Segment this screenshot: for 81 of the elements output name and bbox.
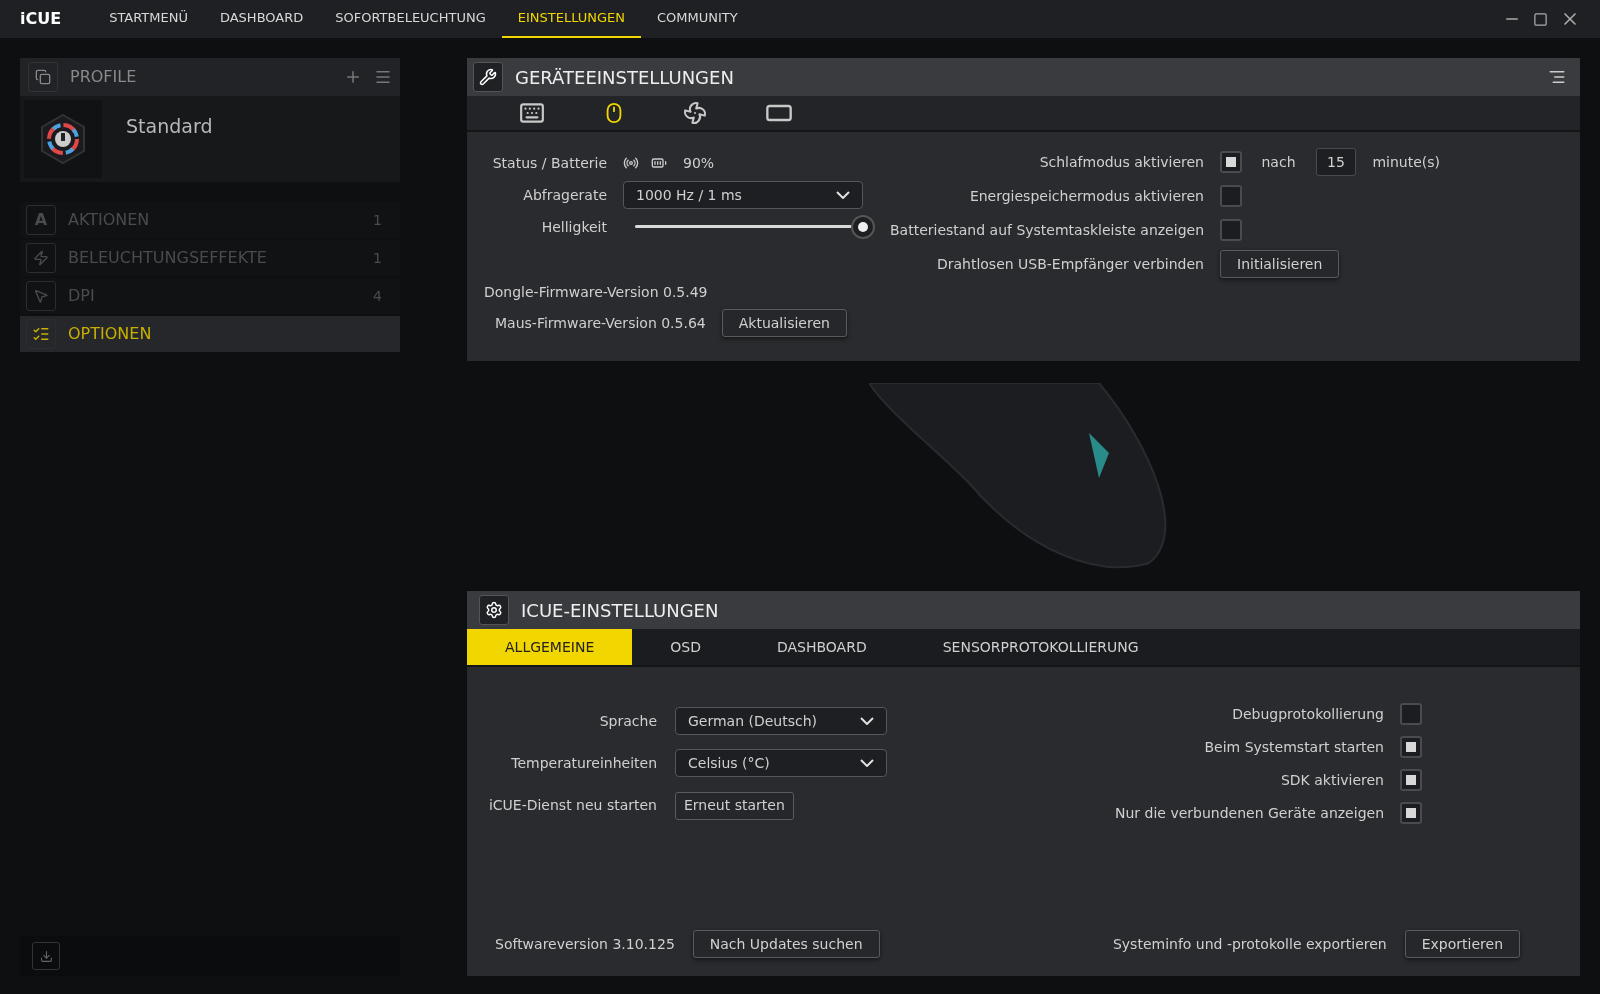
nav-tab[interactable]: SOFORTBELEUCHTUNG (319, 0, 502, 38)
sleep-label: Schlafmodus aktivieren (1038, 152, 1204, 172)
panel-title: GERÄTEEINSTELLUNGEN (515, 65, 735, 90)
status-label: Status / Batterie (491, 154, 607, 173)
nav-tab[interactable]: DASHBOARD (203, 0, 320, 38)
chevron-down-icon (860, 717, 874, 726)
initialize-button[interactable]: Initialisieren (1220, 250, 1340, 278)
panel-title: ICUE-EINSTELLUNGEN (521, 598, 719, 623)
option-label: Nur die verbundenen Geräte anzeigen (1115, 803, 1384, 823)
profile-name: Standard (126, 114, 213, 139)
dongle-firmware-text: Dongle-Firmware-Version 0.5.49 (484, 283, 709, 302)
profiles-icon (35, 69, 51, 85)
settings-tab[interactable]: ALLGEMEINE (467, 629, 633, 665)
check-updates-button[interactable]: Nach Updates suchen (692, 930, 880, 958)
chevron-down-icon (836, 191, 850, 199)
option-label: Batteriestand auf Systemtaskleiste anzeigen (889, 220, 1204, 240)
option-checkbox[interactable] (1400, 703, 1422, 725)
restart-label: iCUE-Dienst neu starten (487, 796, 657, 816)
item-count: 4 (373, 286, 382, 306)
software-version: Softwareversion 3.10.125 (495, 934, 675, 954)
profile-card[interactable]: Standard (20, 96, 400, 182)
maximize-icon[interactable] (1533, 11, 1548, 27)
minutes-unit: minute(s) (1372, 152, 1440, 172)
export-label: Systeminfo und -protokolle exportieren (1112, 934, 1387, 954)
option-checkbox[interactable] (1400, 769, 1422, 791)
option-label: Debugprotokollierung (1232, 704, 1384, 724)
import-button[interactable] (32, 942, 60, 970)
settings-icon (485, 601, 503, 619)
add-icon[interactable] (344, 68, 362, 86)
temperature-dropdown[interactable]: Celsius (°C) (675, 749, 887, 778)
export-button[interactable]: Exportieren (1404, 930, 1520, 958)
mouse-firmware-text: Maus-Firmware-Version 0.5.64 (495, 313, 706, 333)
icue-logo-icon (39, 113, 87, 165)
receiver-label: Drahtlosen USB-Empfänger verbinden (935, 254, 1204, 274)
list-icon (26, 319, 56, 349)
update-button[interactable]: Aktualisieren (721, 309, 847, 337)
nav-tab[interactable]: STARTMENÜ (93, 0, 204, 38)
option-checkbox[interactable] (1220, 219, 1242, 241)
language-dropdown[interactable]: German (Deutsch) (675, 707, 887, 736)
menu-icon[interactable] (1548, 68, 1566, 86)
restart-button[interactable]: Erneut starten (675, 791, 794, 820)
profile-title: PROFILE (70, 66, 138, 88)
chevron-down-icon (860, 759, 874, 768)
download-icon (39, 949, 53, 963)
settings-tab[interactable]: SENSORPROTOKOLLIERUNG (904, 629, 1177, 665)
lightning-icon (26, 243, 56, 273)
sidebar-label: OPTIONEN (68, 323, 153, 345)
sidebar-label: DPI (68, 285, 96, 307)
language-label: Sprache (598, 711, 657, 731)
after-label: nach (1261, 152, 1296, 172)
tools-icon (479, 68, 497, 86)
keyboard-icon (519, 100, 545, 126)
option-checkbox[interactable] (1220, 185, 1242, 207)
menu-icon[interactable] (374, 68, 392, 86)
nav-tab[interactable]: COMMUNITY (641, 0, 754, 38)
item-count: 1 (373, 210, 382, 230)
option-checkbox[interactable] (1400, 736, 1422, 758)
polling-rate-dropdown[interactable]: 1000 Hz / 1 ms (623, 181, 863, 209)
temperature-label: Temperatureinheiten (510, 754, 657, 773)
settings-tab[interactable]: OSD (632, 629, 739, 665)
letter-a-icon: A (26, 205, 56, 235)
cursor-icon (26, 281, 56, 311)
battery-percent: 90% (683, 153, 715, 173)
app-logo: iCUE (20, 8, 62, 30)
option-label: Beim Systemstart starten (1204, 737, 1384, 757)
minutes-field[interactable]: 15 (1315, 148, 1357, 176)
option-checkbox[interactable] (1400, 802, 1422, 824)
nav-tab[interactable]: EINSTELLUNGEN (501, 0, 641, 38)
settings-tab[interactable]: DASHBOARD (738, 629, 905, 665)
sidebar-label: AKTIONEN (68, 209, 151, 231)
sidebar-label: BELEUCHTUNGSEFFEKTE (68, 247, 268, 269)
brightness-label: Helligkeit (540, 218, 607, 237)
fan-icon (683, 101, 707, 125)
battery-icon (651, 155, 667, 171)
polling-rate-label: Abfragerate (522, 186, 607, 205)
option-label: SDK aktivieren (1280, 770, 1384, 790)
option-label: Energiespeichermodus aktivieren (968, 186, 1204, 206)
item-count: 1 (373, 248, 382, 268)
sleep-checkbox[interactable] (1220, 151, 1242, 173)
wireless-signal-icon (623, 155, 639, 171)
sidebar-item[interactable]: OPTIONEN (20, 316, 400, 352)
